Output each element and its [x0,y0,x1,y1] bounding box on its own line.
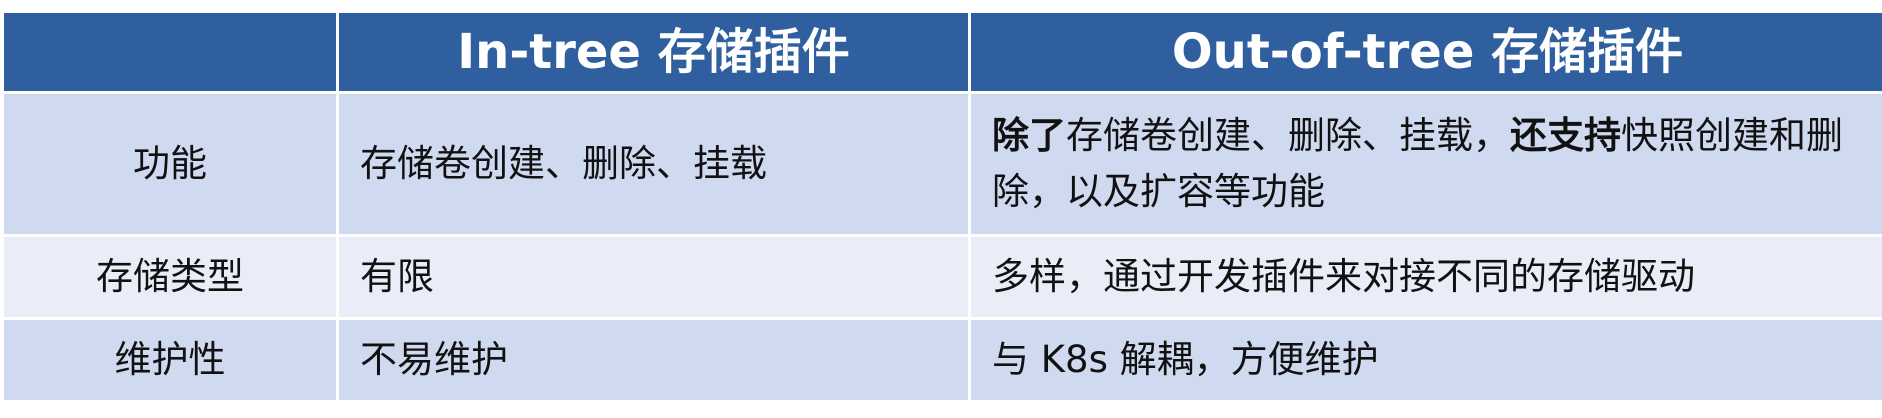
outtree-function-text: 除了存储卷创建、删除、挂载，还支持快照创建和删除，以及扩容等功能 [992,108,1872,220]
outtree-storage-type: 多样，通过开发插件来对接不同的存储驱动 [971,237,1882,317]
comparison-table: In-tree 存储插件 Out-of-tree 存储插件 功能 存储卷创建、删… [4,13,1882,400]
row-label-storage-type: 存储类型 [4,237,336,317]
row-label-maintainability: 维护性 [4,320,336,400]
header-outtree: Out-of-tree 存储插件 [971,13,1882,91]
intree-storage-type: 有限 [339,237,968,317]
outtree-function: 除了存储卷创建、删除、挂载，还支持快照创建和删除，以及扩容等功能 [971,94,1882,234]
outtree-function-text-1: 存储卷创建、删除、挂载， [1066,114,1510,157]
intree-maintainability: 不易维护 [339,320,968,400]
header-empty-cell [4,13,336,91]
outtree-maintainability: 与 K8s 解耦，方便维护 [971,320,1882,400]
outtree-function-bold-1: 除了 [992,114,1066,157]
intree-function: 存储卷创建、删除、挂载 [339,94,968,234]
outtree-function-bold-2: 还支持 [1510,114,1621,157]
header-intree: In-tree 存储插件 [339,13,968,91]
row-label-function: 功能 [4,94,336,234]
